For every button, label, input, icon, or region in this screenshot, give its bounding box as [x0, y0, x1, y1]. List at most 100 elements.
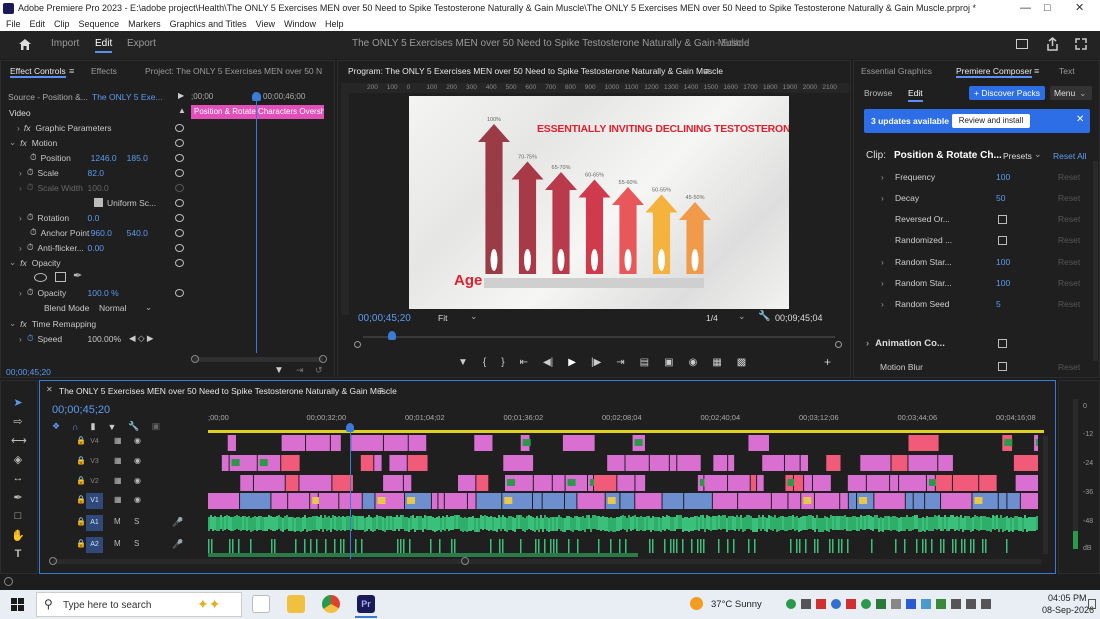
timeline-clip[interactable]	[558, 515, 560, 529]
timeline-clip[interactable]	[982, 539, 984, 553]
timeline-clip[interactable]	[478, 518, 480, 532]
timeline-clip[interactable]	[666, 515, 668, 529]
timeline-clip[interactable]	[430, 516, 432, 530]
timeline-clip[interactable]	[326, 517, 328, 531]
timeline-clip[interactable]	[250, 518, 252, 532]
timeline-clip[interactable]	[234, 516, 236, 530]
timeline-clip[interactable]	[554, 517, 556, 531]
timeline-clip[interactable]	[266, 517, 268, 531]
timeline-clip[interactable]	[271, 539, 273, 553]
timeline-clip[interactable]	[518, 515, 520, 529]
timeline-clip[interactable]	[774, 515, 776, 529]
timeline-clip[interactable]	[533, 475, 552, 491]
timeline-clip[interactable]	[212, 517, 214, 531]
timeline-clip[interactable]	[216, 517, 218, 531]
timeline-clip[interactable]	[994, 516, 996, 530]
timeline-clip[interactable]	[310, 517, 312, 531]
timeline-clip[interactable]	[904, 517, 906, 531]
timeline-clip[interactable]	[642, 517, 644, 531]
timeline-clip[interactable]	[882, 518, 884, 532]
timeline-clip[interactable]	[264, 517, 266, 531]
timeline-clip[interactable]	[366, 517, 368, 531]
timeline-clip[interactable]	[322, 518, 324, 532]
pen-tool-icon[interactable]: ✒	[11, 491, 25, 505]
reset-opacity-section[interactable]	[175, 259, 184, 267]
timeline-clip[interactable]	[374, 455, 382, 471]
timeline-clip[interactable]	[727, 539, 729, 553]
timeline-clip[interactable]	[635, 493, 662, 509]
timeline-clip[interactable]	[414, 518, 416, 532]
timeline-clip[interactable]	[600, 517, 602, 531]
timeline-clip[interactable]	[274, 517, 276, 531]
timeline-clip[interactable]	[232, 517, 234, 531]
timeline-v-scrollbar[interactable]	[1043, 436, 1048, 554]
timeline-clip[interactable]	[260, 516, 262, 530]
timeline-clip[interactable]	[396, 515, 398, 529]
timeline-clip[interactable]	[610, 517, 612, 531]
timeline-clip[interactable]	[1012, 518, 1014, 532]
timeline-clip[interactable]	[407, 455, 428, 471]
type-tool-icon[interactable]: T	[11, 548, 25, 562]
settings-icon[interactable]: ↺	[315, 365, 323, 376]
timeline-clip[interactable]	[439, 539, 441, 553]
timeline-clip[interactable]	[808, 515, 810, 529]
timeline-clip[interactable]	[582, 516, 584, 530]
timeline-clip[interactable]	[564, 518, 566, 532]
timeline-tab[interactable]: The ONLY 5 Exercises MEN over 50 Need to…	[59, 386, 397, 396]
timeline-clip[interactable]	[512, 517, 514, 531]
timeline-clip[interactable]	[318, 493, 339, 509]
reset-rotation[interactable]	[175, 214, 184, 222]
timeline-clip[interactable]	[208, 493, 240, 509]
timeline-clip[interactable]	[928, 479, 937, 486]
timeline-clip[interactable]	[858, 517, 860, 531]
timeline-clip[interactable]	[700, 515, 702, 529]
timeline-clip[interactable]	[826, 517, 828, 531]
timeline-clip[interactable]	[458, 515, 460, 529]
timeline-clip[interactable]	[844, 515, 846, 529]
timeline-clip[interactable]	[388, 516, 390, 530]
mute-icon[interactable]: M	[114, 539, 121, 548]
timeline-clip[interactable]	[224, 516, 226, 530]
chrome-icon[interactable]	[322, 595, 340, 613]
timeline-clip[interactable]	[1016, 516, 1018, 530]
timeline-clip[interactable]	[533, 493, 542, 509]
stopwatch-icon[interactable]: ⏱	[27, 167, 34, 178]
timeline-clip[interactable]	[848, 517, 850, 531]
ec-scrollbar[interactable]	[193, 357, 323, 362]
timeline-clip[interactable]	[296, 517, 298, 531]
timeline-clip[interactable]	[536, 516, 538, 530]
timeline-clip[interactable]	[940, 539, 942, 553]
menu-file[interactable]: File	[6, 17, 21, 31]
timeline-clip[interactable]	[430, 539, 432, 553]
opacity-section-row[interactable]: ⌄ fx Opacity	[7, 255, 61, 270]
timeline-clip[interactable]	[246, 517, 248, 531]
motion-blur-checkbox[interactable]	[998, 362, 1007, 371]
timeline-clip[interactable]	[408, 518, 410, 532]
timeline-clip[interactable]	[344, 517, 346, 531]
hamburger-icon[interactable]: ≡	[704, 66, 709, 76]
timeline-clip[interactable]	[372, 518, 374, 532]
filter-icon[interactable]: ▼	[274, 365, 284, 376]
timeline-clip[interactable]	[978, 517, 980, 531]
expand-arrow-icon[interactable]: ›	[881, 299, 884, 309]
timeline-clip[interactable]	[652, 516, 654, 530]
overlay-icon[interactable]: ▩	[737, 357, 746, 368]
timeline-clip[interactable]	[360, 516, 362, 530]
timeline-clip[interactable]	[984, 516, 986, 530]
hamburger-icon[interactable]: ≡	[378, 385, 383, 395]
tab-import[interactable]: Import	[51, 38, 79, 49]
timeline-clip[interactable]	[898, 518, 900, 532]
param-reset[interactable]: Reset	[1058, 193, 1080, 203]
timeline-clip[interactable]	[720, 516, 722, 530]
timeline-clip[interactable]	[888, 516, 890, 530]
timeline-clip[interactable]	[952, 539, 954, 553]
timeline-clip[interactable]	[814, 493, 840, 509]
timeline-clip[interactable]	[799, 539, 801, 553]
timeline-clip[interactable]	[232, 539, 234, 553]
timeline-clip[interactable]	[673, 539, 675, 553]
timeline-clip[interactable]	[454, 539, 456, 553]
timeline-clip[interactable]	[770, 516, 772, 530]
timeline-clip[interactable]	[490, 539, 492, 553]
timeline-clip[interactable]	[732, 516, 734, 530]
timeline-clip[interactable]	[360, 455, 374, 471]
